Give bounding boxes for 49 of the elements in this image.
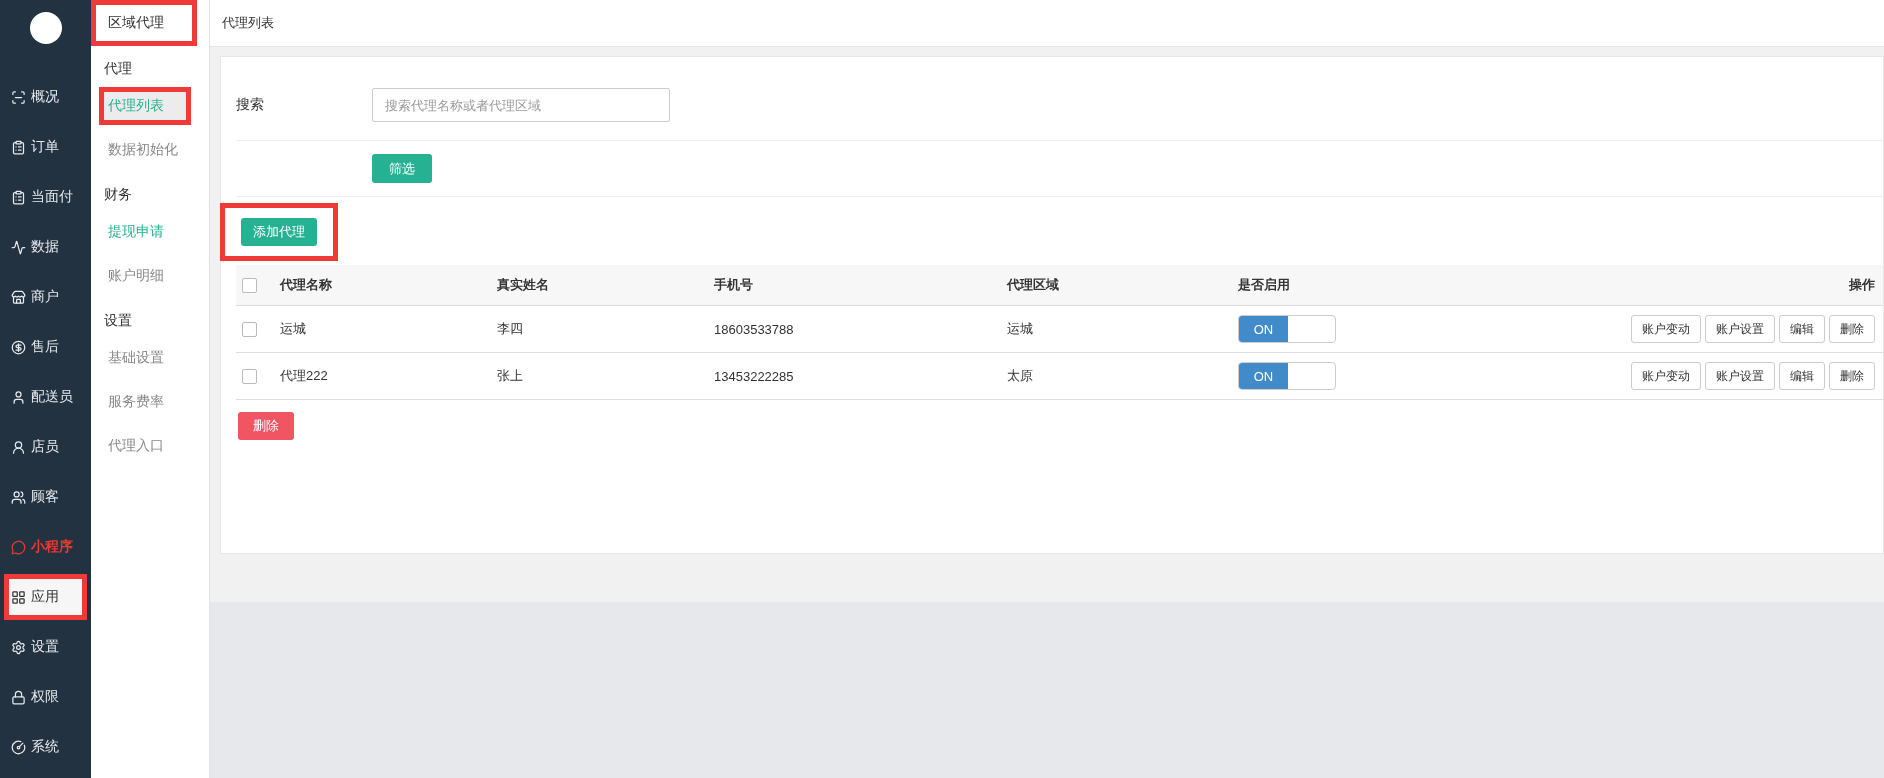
sidebar-nav-item[interactable]: 售后 <box>4 324 87 370</box>
sidebar-nav-item[interactable]: 系统 <box>4 724 87 770</box>
action-button[interactable]: 账户设置 <box>1705 315 1775 343</box>
sidebar-nav-item[interactable]: 店员 <box>4 424 87 470</box>
action-button[interactable]: 编辑 <box>1779 362 1825 390</box>
sidebar-nav-item[interactable]: 设置 <box>4 624 87 670</box>
column-header: 操作 <box>1848 276 1875 294</box>
table-cell-text: 18603533788 <box>714 321 795 337</box>
table-cell-text: 代理222 <box>280 367 329 385</box>
sidebar-nav-item[interactable]: 数据 <box>4 224 87 270</box>
sub-nav-item[interactable]: 基础设置 <box>99 339 191 377</box>
sidebar-nav-item[interactable]: 当面付 <box>4 174 87 220</box>
action-button[interactable]: 账户变动 <box>1631 362 1701 390</box>
section-heading: 代理 <box>103 59 133 78</box>
section-heading: 财务 <box>103 185 133 204</box>
table-cell-text: 太原 <box>1007 367 1034 385</box>
sidebar-nav-item[interactable]: 订单 <box>4 124 87 170</box>
sidebar-nav-item[interactable]: 配送员 <box>4 374 87 420</box>
search-label: 搜索 <box>236 96 265 114</box>
table-cell-text: 运城 <box>280 320 307 338</box>
action-button[interactable]: 编辑 <box>1779 315 1825 343</box>
column-header: 真实姓名 <box>497 276 550 294</box>
sub-nav-item[interactable]: 服务费率 <box>99 383 191 421</box>
sub-nav-item[interactable]: 代理入口 <box>99 427 191 465</box>
column-header: 代理名称 <box>280 276 333 294</box>
action-button[interactable]: 删除 <box>1829 315 1875 343</box>
table-cell-text: 13453222285 <box>714 368 795 384</box>
sub-nav-item[interactable]: 账户明细 <box>99 257 191 295</box>
table-cell-text: 张上 <box>497 367 524 385</box>
action-button[interactable]: 账户设置 <box>1705 362 1775 390</box>
action-button[interactable]: 账户变动 <box>1631 315 1701 343</box>
enable-toggle[interactable]: ON <box>1238 315 1336 343</box>
column-header: 是否启用 <box>1238 276 1291 294</box>
enable-toggle[interactable]: ON <box>1238 362 1336 390</box>
table-cell-text: 李四 <box>497 320 524 338</box>
section-heading: 设置 <box>103 311 133 330</box>
page-title: 代理列表 <box>210 0 1884 47</box>
sidebar-nav-item[interactable]: 商户 <box>4 274 87 320</box>
action-button[interactable]: 删除 <box>1829 362 1875 390</box>
sidebar-nav-item[interactable]: 概况 <box>4 74 87 120</box>
sidebar-nav-item[interactable]: 顾客 <box>4 474 87 520</box>
sidebar-nav-item[interactable]: 权限 <box>4 674 87 720</box>
table-cell-text: 运城 <box>1007 320 1034 338</box>
search-field[interactable]: 搜索代理名称或者代理区域 <box>372 88 670 122</box>
sub-nav-item[interactable]: 数据初始化 <box>99 131 191 169</box>
column-header: 代理区域 <box>1007 276 1060 294</box>
sub-sidebar-title: 区域代理 <box>91 0 197 46</box>
column-header: 手机号 <box>714 276 754 294</box>
sidebar-nav-item[interactable]: 应用 <box>4 574 87 620</box>
